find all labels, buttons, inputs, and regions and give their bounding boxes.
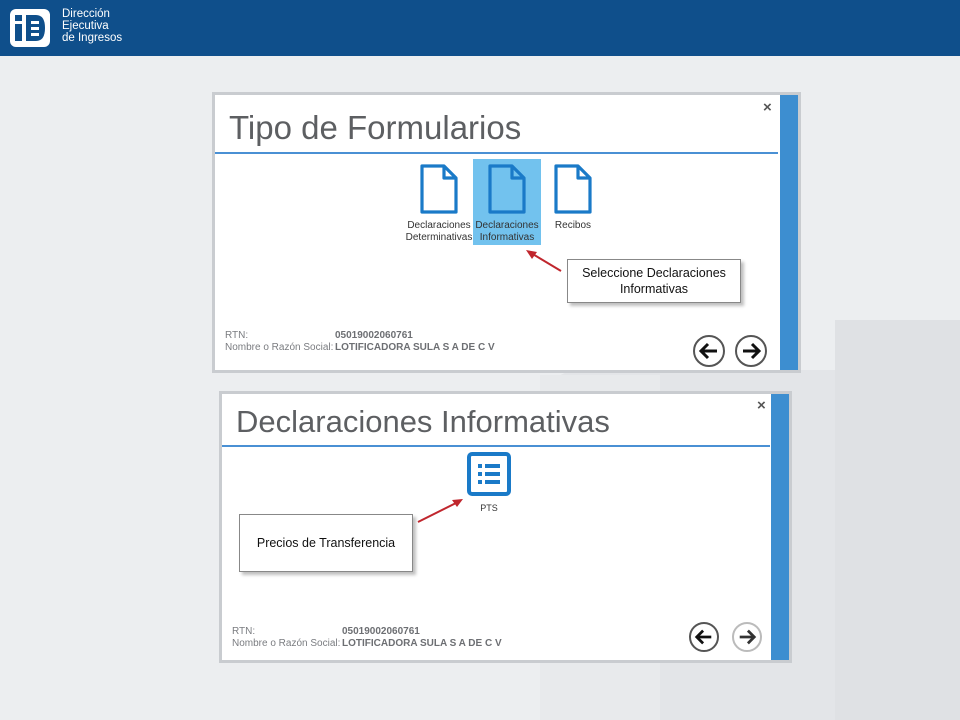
panel-title: Tipo de Formularios: [229, 109, 522, 146]
dei-logo-icon: [10, 9, 50, 47]
document-icon: [488, 164, 526, 214]
tile-label: PTS: [480, 503, 498, 513]
org-name-line3: de Ingresos: [62, 32, 123, 44]
document-icon: [420, 164, 458, 214]
document-icon: [554, 164, 592, 214]
rtn-value: 05019002060761: [335, 330, 413, 341]
tile-recibos[interactable]: Recibos: [547, 159, 599, 245]
tile-label-line1: Declaraciones: [475, 220, 539, 231]
tile-declaraciones-informativas[interactable]: Declaraciones Informativas: [473, 159, 541, 245]
red-arrow-icon: [526, 250, 562, 272]
background-watermark: [835, 320, 960, 720]
tile-pts[interactable]: PTS: [465, 451, 513, 513]
next-button[interactable]: [735, 335, 767, 367]
close-icon[interactable]: ×: [757, 397, 766, 414]
red-arrow-icon: [417, 499, 463, 523]
arrow-left-icon: [694, 629, 712, 645]
org-name: Dirección Ejecutiva de Ingresos: [62, 8, 122, 44]
back-button[interactable]: [689, 622, 719, 652]
close-icon[interactable]: ×: [763, 99, 772, 116]
org-name-line1: Dirección: [62, 8, 110, 20]
tile-label-line1: Recibos: [554, 220, 592, 231]
org-name-line2: Ejecutiva: [62, 20, 109, 32]
list-icon: [467, 452, 511, 496]
top-header-bar: Dirección Ejecutiva de Ingresos: [0, 0, 960, 56]
name-value: LOTIFICADORA SULA S A DE C V: [335, 342, 495, 353]
arrow-left-icon: [698, 342, 717, 360]
callout-line1: Seleccione Declaraciones: [582, 266, 726, 280]
title-divider: [215, 152, 778, 154]
taxpayer-info: RTN: 05019002060761 Nombre o Razón Socia…: [225, 330, 525, 356]
arrow-right-icon: [739, 629, 757, 645]
back-button[interactable]: [693, 335, 725, 367]
tile-label-line2: Determinativas: [405, 232, 473, 243]
name-value: LOTIFICADORA SULA S A DE C V: [342, 638, 502, 649]
tile-label-line1: Declaraciones: [407, 220, 471, 231]
rtn-value: 05019002060761: [342, 626, 420, 637]
taxpayer-info: RTN: 05019002060761 Nombre o Razón Socia…: [232, 626, 532, 652]
tile-declaraciones-determinativas[interactable]: Declaraciones Determinativas: [403, 159, 475, 245]
panel-side-stripe: [780, 95, 798, 370]
next-button[interactable]: [732, 622, 762, 652]
tile-label-line2: Informativas: [479, 232, 535, 243]
tipo-formularios-panel: Tipo de Formularios × Declaraciones Dete…: [212, 92, 801, 373]
declaraciones-informativas-panel: Declaraciones Informativas × PTS Precios…: [219, 391, 792, 663]
panel-side-stripe: [771, 394, 789, 660]
callout-text: Precios de Transferencia: [256, 536, 396, 550]
arrow-right-icon: [743, 342, 762, 360]
panel-title: Declaraciones Informativas: [236, 404, 610, 439]
callout-precios: Precios de Transferencia: [239, 514, 413, 572]
callout-seleccione: Seleccione Declaraciones Informativas: [567, 259, 741, 303]
title-divider: [222, 445, 770, 447]
callout-line2: Informativas: [619, 282, 689, 296]
